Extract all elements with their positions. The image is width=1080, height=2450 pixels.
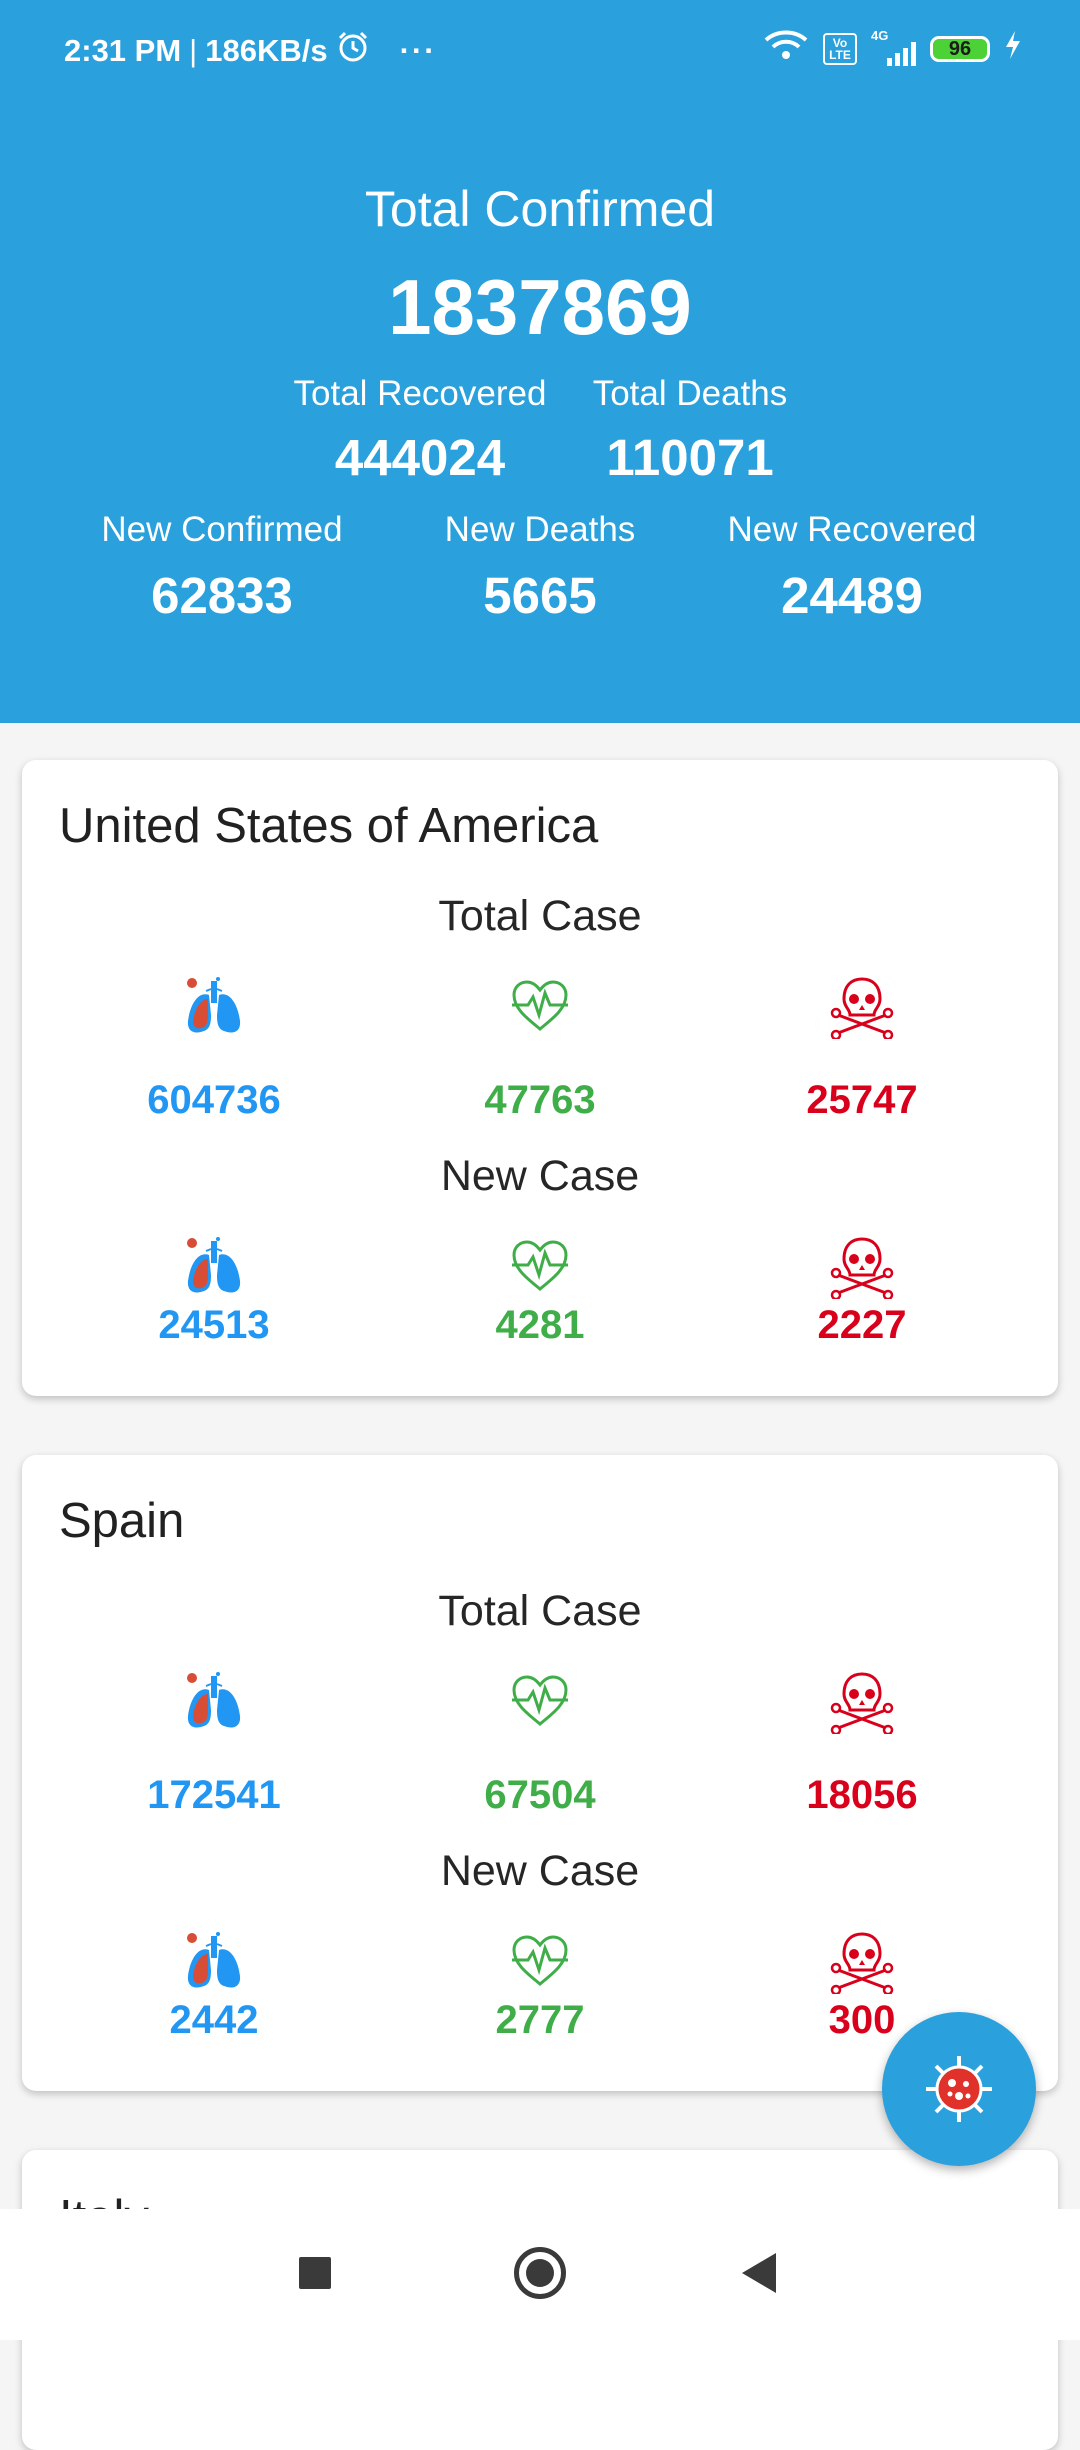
virus-icon [926,2056,992,2122]
total-recovered-label: Total Recovered [293,374,547,413]
country-card-usa[interactable]: United States of America Total Case 6047… [22,760,1058,1396]
lungs-icon [182,975,246,1039]
heart-pulse-icon [508,1235,572,1299]
lungs-icon [182,1235,246,1299]
new-confirmed-count: 24513 [158,1303,270,1347]
lungs-icon [182,1930,246,1994]
total-confirmed-count: 604736 [147,1078,281,1122]
new-recovered-label: New Recovered [727,510,977,549]
status-bar: 2:31 PM | 186KB/s ··· Vo LTE 4G 96 [0,0,1080,100]
volte-icon: Vo LTE [823,33,857,65]
status-speed: 186KB/s [205,33,328,68]
new-confirmed-value: 62833 [151,567,293,624]
alarm-icon [336,30,370,72]
battery-icon: 96 [930,36,990,62]
total-confirmed-value: 1837869 [388,263,692,351]
total-recovered-count: 67504 [484,1773,596,1817]
skull-crossbones-icon [830,1235,894,1299]
total-deaths-count: 18056 [806,1773,918,1817]
more-notifications-icon: ··· [399,33,437,68]
heart-pulse-icon [508,1930,572,1994]
network-type-label: 4G [871,28,889,43]
virus-fab-button[interactable] [882,2012,1036,2166]
total-case-label: Total Case [438,1587,642,1635]
back-button[interactable] [742,2253,776,2293]
total-deaths-count: 25747 [806,1078,918,1122]
total-deaths-label: Total Deaths [592,374,788,413]
skull-crossbones-icon [830,975,894,1039]
total-recovered-count: 47763 [484,1078,596,1122]
status-separator: | [189,33,198,68]
total-confirmed-label: Total Confirmed [364,181,716,237]
total-case-label: Total Case [438,892,642,940]
new-recovered-value: 24489 [781,567,923,624]
wifi-icon [763,28,809,70]
new-deaths-count: 2227 [817,1303,907,1347]
total-confirmed-count: 172541 [147,1773,281,1817]
country-name: United States of America [59,799,599,853]
skull-crossbones-icon [830,1930,894,1994]
battery-level: 96 [948,37,972,60]
summary-header: 2:31 PM | 186KB/s ··· Vo LTE 4G 96 Total… [0,0,1080,723]
home-button[interactable] [514,2247,566,2299]
new-recovered-count: 2777 [495,1998,585,2042]
new-deaths-label: New Deaths [444,510,636,549]
new-deaths-value: 5665 [483,567,597,624]
new-case-label: New Case [440,1847,640,1895]
recents-button[interactable] [299,2257,331,2289]
skull-crossbones-icon [830,1670,894,1734]
new-confirmed-label: New Confirmed [101,510,343,549]
signal-icon: 4G [871,28,916,66]
country-name: Spain [59,1494,185,1548]
new-case-label: New Case [440,1152,640,1200]
new-recovered-count: 4281 [495,1303,585,1347]
heart-pulse-icon [508,975,572,1039]
lungs-icon [182,1670,246,1734]
heart-pulse-icon [508,1670,572,1734]
charging-icon [1004,30,1022,68]
total-recovered-value: 444024 [334,429,506,486]
system-navigation-bar [0,2209,1080,2340]
new-confirmed-count: 2442 [169,1998,259,2042]
status-time: 2:31 PM [64,33,182,68]
total-deaths-value: 110071 [606,429,774,486]
country-card-spain[interactable]: Spain Total Case 172541 67504 18056 New … [22,1455,1058,2091]
